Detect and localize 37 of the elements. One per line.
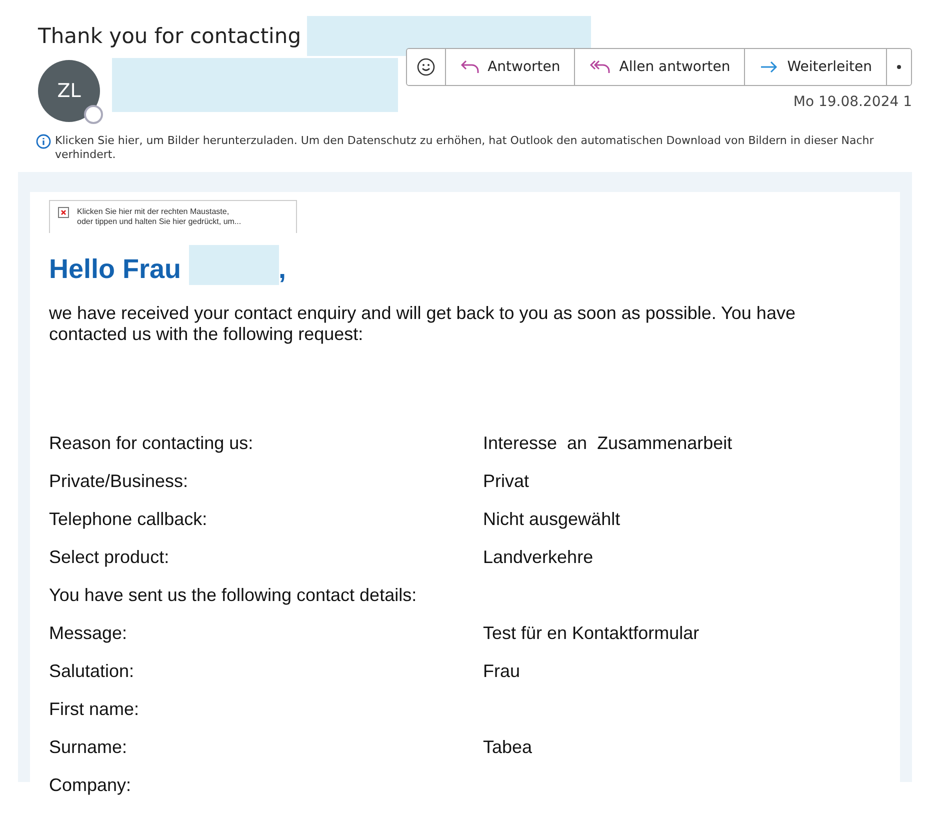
field-value: Test für en Kontaktformular	[483, 623, 700, 645]
field-value: Privat	[483, 471, 530, 493]
email-date: Mo 19.08.2024 1	[793, 94, 912, 110]
field-label: Company:	[49, 775, 132, 797]
image-placeholder[interactable]: Klicken Sie hier mit der rechten Maustaste, oder tippen und halten Sie hier gedrückt, um...	[49, 200, 297, 233]
field-label: Message:	[49, 623, 128, 645]
greeting: Hello Frau	[49, 254, 182, 285]
info-icon	[36, 134, 51, 149]
forward-icon	[759, 60, 780, 74]
emoji-icon	[416, 58, 435, 76]
reply-all-icon	[589, 59, 612, 75]
field-label: Telephone callback:	[49, 509, 208, 531]
email-subject: Thank you for contacting	[38, 24, 302, 48]
field-label: Reason for contacting us:	[49, 433, 254, 455]
reply-icon	[460, 59, 480, 75]
field-label: Salutation:	[49, 661, 136, 683]
field-label: First name:	[49, 699, 140, 721]
field-label: Surname:	[49, 737, 128, 759]
field-value: Landverkehre	[483, 547, 594, 569]
field-value: Frau	[483, 661, 520, 683]
presence-icon	[84, 105, 103, 124]
info-message[interactable]: Klicken Sie hier, um Bilder herunterzuladen. Um den Datenschutz zu erhöhen, hat Outlook den automatischen Download von Bildern in dieser Nachr verhindert.	[55, 134, 874, 162]
emoji-button[interactable]	[406, 49, 446, 85]
intro-paragraph: we have received your contact enquiry and will get back to you as soon as possible. You have contacted us with the following request:	[49, 303, 796, 345]
field-label: Select product:	[49, 547, 170, 569]
action-button[interactable]: Allen antworten	[575, 49, 746, 85]
greeting-comma: ,	[278, 254, 286, 285]
action-button[interactable]: Antworten	[446, 49, 576, 85]
image-placeholder-text: Klicken Sie hier mit der rechten Maustaste, oder tippen und halten Sie hier gedrückt, um...	[77, 207, 242, 227]
broken-image-icon	[58, 207, 69, 218]
sender-avatar: ZL	[38, 60, 100, 122]
field-label: You have sent us the following contact details:	[49, 585, 417, 607]
field-label: Private/Business:	[49, 471, 190, 493]
more-icon	[897, 65, 901, 69]
field-value: Nicht ausgewählt	[483, 509, 620, 531]
field-value: Tabea	[483, 737, 532, 759]
field-value: Interesse an Zusammenarbeit	[483, 433, 732, 455]
